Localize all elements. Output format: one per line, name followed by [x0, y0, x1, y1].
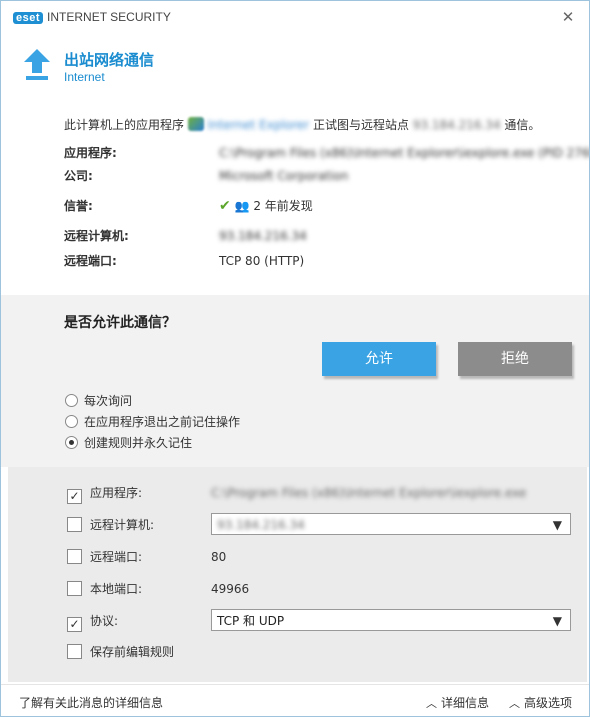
advanced-options-toggle[interactable]: ︿ 高级选项	[509, 694, 572, 711]
detail-app-value: C:\Program Files (x86)\Internet Explorer…	[219, 146, 590, 160]
select-value: 93.184.216.34	[217, 518, 305, 532]
app-name-link[interactable]: Internet Explorer	[208, 118, 309, 132]
chevron-up-icon: ︿	[426, 697, 437, 710]
learn-more-link[interactable]: 了解有关此消息的详细信息	[19, 694, 163, 711]
radio-remember-until-exit[interactable]: 在应用程序退出之前记住操作	[65, 412, 240, 432]
radio-ask-every-time[interactable]: 每次询问	[65, 391, 132, 411]
edit-rule-checkbox[interactable]	[67, 644, 82, 659]
reputation-value: ✔ 👥 2 年前发现	[219, 196, 313, 216]
remote-checkbox[interactable]	[67, 517, 82, 532]
radio-label: 每次询问	[84, 394, 133, 408]
deny-button[interactable]: 拒绝	[458, 342, 572, 376]
event-header: 出站网络通信 Internet	[1, 41, 589, 91]
radio-create-rule[interactable]: 创建规则并永久记住	[65, 433, 192, 453]
users-icon: 👥	[234, 199, 250, 213]
allow-question: 是否允许此通信？	[64, 315, 176, 331]
rule-label: 应用程序:	[90, 486, 143, 500]
protocol-checkbox[interactable]: ✓	[67, 617, 82, 632]
detail-remote-value: 93.184.216.34	[219, 229, 307, 243]
app-checkbox[interactable]: ✓	[67, 489, 82, 504]
allow-button[interactable]: 允许	[322, 342, 436, 376]
rule-local-port-value: 49966	[211, 582, 250, 596]
detail-label: 公司:	[64, 169, 93, 183]
radio-label: 创建规则并永久记住	[84, 436, 193, 450]
event-title: 出站网络通信	[64, 51, 155, 69]
rule-row-local-port[interactable]: 本地端口: 49966	[67, 577, 249, 601]
rule-row-protocol[interactable]: ✓ 协议: TCP 和 UDP ▼	[67, 609, 571, 633]
title-bar[interactable]: eset INTERNET SECURITY ✕	[1, 1, 589, 33]
detail-label: 远程端口:	[64, 254, 117, 268]
details-label: 详细信息	[441, 696, 490, 710]
radio-button[interactable]	[65, 394, 78, 407]
chevron-down-icon[interactable]: ▼	[553, 514, 562, 536]
eset-dialog-window: eset INTERNET SECURITY ✕ 出站网络通信 Internet …	[0, 0, 590, 717]
rule-options-panel: ✓ 应用程序: C:\Program Files (x86)\Internet E…	[8, 467, 587, 682]
rule-row-remote-port[interactable]: 远程端口: 80	[67, 545, 226, 569]
local-port-checkbox[interactable]	[67, 581, 82, 596]
dialog-footer: 了解有关此消息的详细信息 ︿ 详细信息 ︿ 高级选项	[1, 684, 589, 716]
select-value: TCP 和 UDP	[217, 614, 285, 628]
sentence-prefix: 此计算机上的应用程序	[64, 118, 185, 132]
eset-logo: eset INTERNET SECURITY	[13, 10, 171, 24]
check-icon: ✔	[219, 198, 231, 214]
sentence-suffix: 通信。	[504, 118, 541, 132]
rule-row-remote[interactable]: 远程计算机: 93.184.216.34 ▼	[67, 513, 571, 537]
rule-label: 远程计算机:	[90, 518, 155, 532]
remote-computer-select[interactable]: 93.184.216.34 ▼	[211, 513, 571, 535]
rule-label: 本地端口:	[90, 582, 143, 596]
rule-row-app[interactable]: ✓ 应用程序: C:\Program Files (x86)\Internet E…	[67, 481, 526, 505]
details-toggle[interactable]: ︿ 详细信息	[426, 694, 489, 711]
rule-label: 保存前编辑规则	[90, 645, 175, 659]
detail-label: 远程计算机:	[64, 229, 129, 243]
chevron-up-icon: ︿	[509, 697, 520, 710]
radio-label: 在应用程序退出之前记住操作	[84, 415, 241, 429]
reputation-text: 2 年前发现	[253, 199, 313, 213]
chevron-down-icon[interactable]: ▼	[553, 610, 562, 632]
event-subtitle: Internet	[64, 70, 105, 84]
protocol-select[interactable]: TCP 和 UDP ▼	[211, 609, 571, 631]
advanced-label: 高级选项	[524, 696, 573, 710]
close-icon[interactable]: ✕	[557, 6, 579, 28]
detail-company-link[interactable]: Microsoft Corporation	[219, 166, 348, 186]
remote-port-checkbox[interactable]	[67, 549, 82, 564]
detail-label: 信誉:	[64, 199, 93, 213]
rule-row-edit[interactable]: 保存前编辑规则	[67, 640, 174, 664]
rule-remote-port-value: 80	[211, 550, 227, 564]
radio-button-selected[interactable]	[65, 436, 78, 449]
brand-badge: eset	[13, 12, 44, 24]
rule-label: 远程端口:	[90, 550, 143, 564]
upload-arrow-icon	[24, 49, 50, 80]
app-icon	[187, 117, 204, 131]
brand-name: INTERNET SECURITY	[47, 10, 171, 24]
detail-port-value: TCP 80 (HTTP)	[219, 254, 305, 268]
decision-panel: 是否允许此通信？ 允许 拒绝 每次询问 在应用程序退出之前记住操作 创建规则并永…	[1, 295, 589, 467]
rule-label: 协议:	[90, 614, 119, 628]
rule-app-value: C:\Program Files (x86)\Internet Explorer…	[211, 486, 527, 500]
detail-label: 应用程序:	[64, 146, 117, 160]
event-description: 此计算机上的应用程序 Internet Explorer 正试图与远程站点 93…	[64, 116, 540, 133]
sentence-middle: 正试图与远程站点	[312, 118, 409, 132]
remote-site: 93.184.216.34	[412, 118, 501, 132]
radio-button[interactable]	[65, 415, 78, 428]
